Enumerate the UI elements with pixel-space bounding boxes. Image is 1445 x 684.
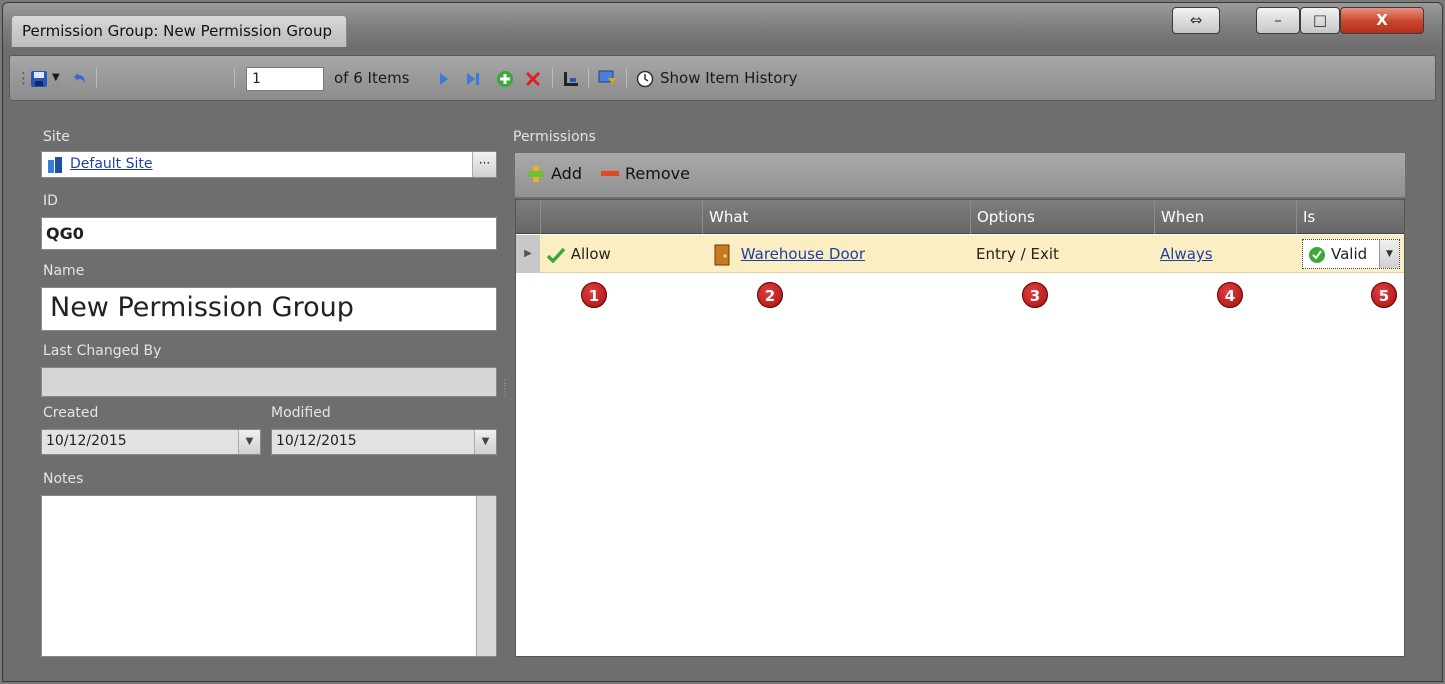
history-icon[interactable] — [636, 66, 654, 90]
id-field[interactable]: QG0 — [41, 217, 497, 250]
table-row[interactable]: ▶ Allow Warehouse Door Entry / Exit Alwa… — [516, 235, 1404, 273]
save-icon[interactable] — [30, 66, 48, 90]
check-icon — [546, 247, 566, 263]
permissions-grid: What Options When Is ▶ Allow Warehouse D… — [515, 199, 1405, 657]
schedule-link[interactable]: Always — [1160, 245, 1213, 263]
modified-dropdown-icon[interactable]: ▼ — [474, 430, 496, 454]
save-dropdown-icon[interactable]: ▼ — [52, 66, 60, 90]
column-allow[interactable] — [540, 200, 702, 234]
export-icon[interactable] — [598, 66, 618, 90]
callout-badge: 5 — [1371, 282, 1397, 308]
allow-cell[interactable]: Allow — [546, 235, 611, 273]
name-label: Name — [43, 263, 85, 279]
notes-textarea[interactable] — [41, 495, 497, 657]
column-what[interactable]: What — [702, 200, 970, 234]
splitter-grip[interactable]: ::: — [503, 377, 507, 405]
hierarchy-icon[interactable] — [562, 66, 580, 90]
allow-value: Allow — [570, 245, 611, 263]
remove-permission-button[interactable]: Remove — [625, 164, 690, 183]
callout-badge: 1 — [581, 282, 607, 308]
add-permission-button[interactable]: Add — [551, 164, 582, 183]
callout-badge: 4 — [1217, 282, 1243, 308]
toolbar-separator — [234, 68, 235, 88]
row-indicator-icon: ▶ — [516, 235, 540, 273]
window-title: Permission Group: New Permission Group — [11, 15, 347, 47]
valid-icon — [1309, 247, 1325, 263]
show-item-history-button[interactable]: Show Item History — [660, 66, 798, 90]
toolbar: ⋮ ▼ 1 of 6 Items Show Item History — [9, 55, 1436, 101]
created-value: 10/12/2015 — [46, 433, 127, 449]
minimize-button[interactable]: – — [1256, 7, 1300, 34]
toolbar-separator — [96, 68, 97, 88]
toolbar-grip-icon: ⋮ — [16, 69, 31, 87]
add-icon — [527, 165, 545, 187]
door-link[interactable]: Warehouse Door — [741, 245, 865, 263]
add-record-icon[interactable] — [496, 66, 514, 90]
modified-value: 10/12/2015 — [276, 433, 357, 449]
title-bar: Permission Group: New Permission Group ⇔… — [3, 3, 1442, 47]
notes-label: Notes — [43, 471, 84, 487]
last-changed-by-field — [41, 367, 497, 397]
modified-label: Modified — [271, 405, 331, 421]
maximize-button[interactable]: □ — [1300, 7, 1340, 34]
name-field[interactable]: New Permission Group — [41, 287, 497, 331]
item-count: of 6 Items — [334, 69, 410, 87]
modified-field[interactable]: 10/12/2015 ▼ — [271, 429, 497, 455]
grid-header: What Options When Is — [516, 200, 1404, 234]
site-label: Site — [43, 129, 70, 145]
remove-icon — [601, 171, 619, 176]
site-icon — [46, 156, 64, 178]
door-icon — [714, 244, 730, 265]
resize-button[interactable]: ⇔ — [1172, 7, 1220, 34]
undo-icon[interactable] — [70, 66, 88, 90]
what-cell[interactable]: Warehouse Door — [714, 235, 865, 273]
toolbar-separator — [588, 68, 589, 88]
notes-scrollbar[interactable] — [476, 496, 496, 656]
created-label: Created — [43, 405, 99, 421]
is-dropdown[interactable]: Valid ▼ — [1302, 239, 1400, 269]
record-position-input[interactable]: 1 — [246, 67, 324, 91]
created-field[interactable]: 10/12/2015 ▼ — [41, 429, 261, 455]
toolbar-separator — [626, 68, 627, 88]
callout-badge: 3 — [1022, 282, 1048, 308]
id-label: ID — [43, 193, 58, 209]
site-field[interactable]: Default Site ··· — [41, 151, 497, 178]
close-button[interactable]: X — [1340, 7, 1424, 34]
is-value: Valid — [1331, 245, 1368, 263]
next-record-icon[interactable] — [436, 66, 452, 90]
permissions-label: Permissions — [513, 129, 596, 145]
last-changed-by-label: Last Changed By — [43, 343, 162, 359]
column-is[interactable]: Is — [1296, 200, 1406, 234]
permissions-toolbar: Add Remove — [515, 153, 1405, 197]
toolbar-separator — [552, 68, 553, 88]
site-link[interactable]: Default Site — [70, 156, 152, 172]
callout-badge: 2 — [757, 282, 783, 308]
site-browse-button[interactable]: ··· — [472, 152, 496, 177]
permission-group-window: Permission Group: New Permission Group ⇔… — [2, 2, 1443, 682]
created-dropdown-icon[interactable]: ▼ — [238, 430, 260, 454]
column-when[interactable]: When — [1154, 200, 1296, 234]
is-dropdown-icon[interactable]: ▼ — [1379, 240, 1399, 268]
options-value[interactable]: Entry / Exit — [976, 235, 1059, 273]
delete-record-icon[interactable] — [524, 66, 542, 90]
last-record-icon[interactable] — [464, 66, 482, 90]
grid-header-indicator — [516, 200, 540, 234]
column-options[interactable]: Options — [970, 200, 1154, 234]
when-cell[interactable]: Always — [1160, 235, 1213, 273]
content-panel: Site Default Site ··· ID QG0 Name New Pe… — [19, 119, 1428, 671]
